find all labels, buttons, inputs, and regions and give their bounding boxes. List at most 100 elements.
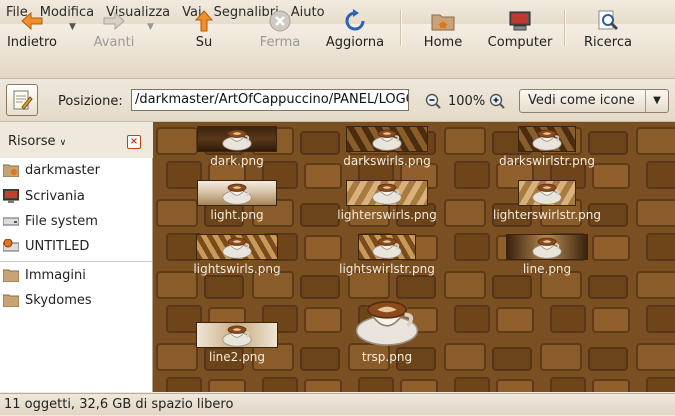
zoom-out-icon[interactable] — [425, 93, 441, 109]
view-mode-value: Vedi come icone — [528, 93, 635, 108]
removable-drive-icon — [3, 239, 19, 252]
file-item[interactable]: line.png — [467, 234, 627, 276]
hard-drive-icon — [3, 217, 19, 226]
sidebar-item-untitled[interactable]: UNTITLED — [0, 235, 152, 257]
location-input[interactable]: /darkmaster/ArtOfCappuccino/PANEL/LOGO — [131, 89, 409, 111]
file-item[interactable]: trsp.png — [307, 294, 467, 364]
file-item[interactable]: lighterswirlstr.png — [467, 180, 627, 222]
file-thumbnail — [196, 234, 278, 260]
arrow-left-icon — [21, 11, 43, 31]
sidebar-item-scrivania[interactable]: Scrivania — [0, 185, 152, 207]
toolbar-separator — [564, 10, 566, 46]
back-button[interactable]: Indietro — [2, 4, 62, 50]
search-button[interactable]: Ricerca — [580, 4, 636, 50]
file-thumbnail — [197, 180, 277, 206]
coffee-cup-icon — [532, 183, 562, 205]
file-thumbnail — [518, 180, 576, 206]
home-folder-icon — [3, 164, 19, 177]
computer-button[interactable]: Computer — [484, 4, 556, 50]
home-button[interactable]: Home — [418, 4, 468, 50]
stop-label: Ferma — [259, 35, 301, 50]
reload-icon — [345, 9, 365, 31]
file-item[interactable]: darkswirlstr.png — [467, 126, 627, 168]
file-item[interactable]: lightswirlstr.png — [307, 234, 467, 276]
file-name: lightswirlstr.png — [339, 262, 435, 276]
coffee-cup-icon — [355, 301, 419, 346]
search-icon — [598, 10, 619, 31]
sidebar-title: Risorse — [8, 134, 56, 149]
file-name: line2.png — [209, 350, 265, 364]
file-name: lighterswirlstr.png — [492, 208, 602, 222]
sidebar-item-label: Scrivania — [25, 188, 85, 204]
file-thumbnail — [506, 234, 588, 260]
file-name: lightswirls.png — [193, 262, 281, 276]
arrow-right-icon — [103, 11, 125, 31]
reload-label: Aggiorna — [325, 35, 385, 50]
file-thumbnail — [196, 322, 278, 348]
home-folder-icon — [431, 14, 455, 31]
coffee-cup-icon — [532, 129, 562, 151]
file-thumbnail — [346, 126, 428, 152]
forward-history-chevron-icon[interactable]: ▼ — [147, 22, 154, 32]
file-item[interactable]: dark.png — [157, 126, 317, 168]
location-label: Posizione: — [58, 94, 123, 109]
file-name: trsp.png — [361, 350, 413, 364]
forward-label: Avanti — [93, 35, 135, 50]
stop-icon — [269, 10, 291, 32]
sidebar-item-label: File system — [25, 213, 98, 229]
forward-button[interactable]: Avanti — [86, 4, 142, 50]
file-name: darkswirls.png — [343, 154, 431, 168]
file-view[interactable]: dark.png darkswirls.png darkswirlstr.png… — [153, 122, 675, 392]
home-label: Home — [423, 35, 463, 50]
file-item[interactable]: light.png — [157, 180, 317, 222]
sidebar: darkmaster Scrivania File system UNTITLE… — [0, 158, 153, 392]
file-name: darkswirlstr.png — [499, 154, 595, 168]
reload-button[interactable]: Aggiorna — [322, 4, 388, 50]
file-item[interactable]: line2.png — [157, 322, 317, 364]
coffee-cup-icon — [222, 237, 252, 259]
sidebar-item-skydomes[interactable]: Skydomes — [0, 289, 152, 311]
sidebar-item-label: UNTITLED — [25, 238, 90, 254]
note-edit-icon — [13, 90, 33, 110]
file-name: line.png — [522, 262, 572, 276]
sidebar-item-darkmaster[interactable]: darkmaster — [0, 159, 152, 181]
toggle-location-button[interactable] — [6, 84, 38, 116]
view-mode-select[interactable]: Vedi come icone ▼ — [519, 89, 669, 113]
file-name: lighterswirls.png — [337, 208, 437, 222]
up-label: Su — [195, 35, 213, 50]
file-item[interactable]: darkswirls.png — [307, 126, 467, 168]
file-thumbnail — [355, 294, 419, 348]
back-history-chevron-icon[interactable]: ▼ — [69, 22, 76, 32]
folder-icon — [3, 269, 19, 282]
file-name: light.png — [210, 208, 264, 222]
arrow-up-icon — [194, 10, 214, 32]
status-bar: 11 oggetti, 32,6 GB di spazio libero — [0, 393, 675, 415]
file-item[interactable]: lightswirls.png — [157, 234, 317, 276]
computer-label: Computer — [487, 35, 553, 50]
sidebar-type-select[interactable]: Risorse ∨ — [8, 134, 66, 149]
close-icon[interactable]: × — [127, 135, 141, 149]
file-thumbnail — [358, 234, 416, 260]
up-button[interactable]: Su — [180, 4, 228, 50]
zoom-in-icon[interactable] — [489, 93, 505, 109]
coffee-cup-icon — [222, 325, 252, 347]
coffee-cup-icon — [372, 237, 402, 259]
file-thumbnail — [197, 126, 277, 152]
chevron-down-icon: ∨ — [59, 138, 67, 148]
coffee-cup-icon — [372, 183, 402, 205]
back-label: Indietro — [6, 35, 58, 50]
zoom-level[interactable]: 100% — [448, 94, 485, 109]
stop-button[interactable]: Ferma — [254, 4, 306, 50]
file-item[interactable]: lighterswirls.png — [307, 180, 467, 222]
computer-icon — [509, 11, 531, 31]
file-name: dark.png — [210, 154, 264, 168]
desktop-icon — [3, 189, 19, 203]
coffee-cup-icon — [532, 237, 562, 259]
sidebar-item-label: Immagini — [25, 267, 86, 283]
file-thumbnail — [346, 180, 428, 206]
coffee-cup-icon — [372, 129, 402, 151]
sidebar-item-file-system[interactable]: File system — [0, 210, 152, 232]
chevron-down-icon: ▼ — [645, 90, 668, 112]
sidebar-item-immagini[interactable]: Immagini — [0, 264, 152, 286]
sidebar-divider — [0, 261, 152, 262]
